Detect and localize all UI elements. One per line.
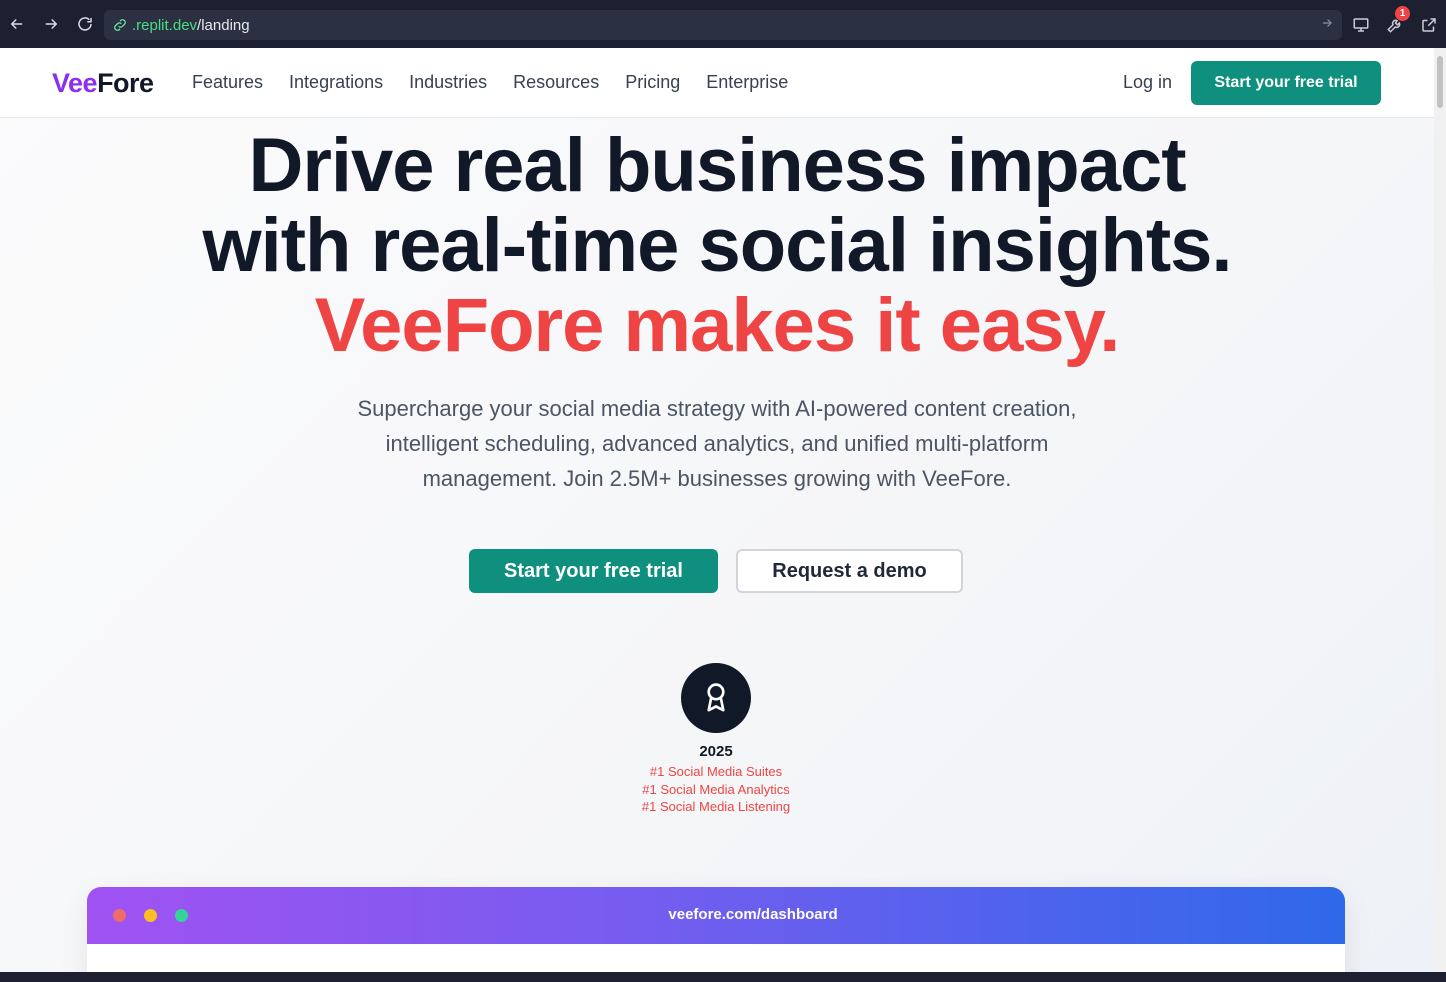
browser-toolbar: .replit.dev/landing 1 — [0, 0, 1446, 48]
award-item: #1 Social Media Suites — [649, 764, 783, 779]
main-nav: Features Integrations Industries Resourc… — [192, 72, 788, 93]
go-arrow-icon[interactable] — [1320, 16, 1334, 34]
reload-icon[interactable] — [68, 7, 102, 41]
devices-icon[interactable] — [1348, 12, 1374, 38]
site-header: VeeFore Features Integrations Industries… — [0, 48, 1434, 118]
wrench-icon[interactable]: 1 — [1382, 6, 1410, 38]
award-item: #1 Social Media Analytics — [642, 781, 790, 797]
open-external-icon[interactable] — [1416, 12, 1442, 38]
nav-enterprise[interactable]: Enterprise — [706, 72, 788, 93]
nav-resources[interactable]: Resources — [513, 72, 599, 93]
hero-subtitle: Supercharge your social media strategy w… — [357, 396, 1077, 491]
page-scrollbar[interactable] — [1434, 48, 1446, 972]
url-host: .replit.dev — [132, 16, 198, 34]
hero-title: Drive real business impact with real-tim… — [0, 126, 1434, 366]
award-ribbon-icon — [681, 663, 751, 733]
login-link[interactable]: Log in — [1123, 72, 1172, 93]
header-trial-button[interactable]: Start your free trial — [1191, 61, 1381, 105]
browser-actions: 1 — [1348, 6, 1446, 38]
nav-features[interactable]: Features — [192, 72, 263, 93]
hero-title-accent: VeeFore makes it easy. — [314, 283, 1121, 368]
landing-page: VeeFore Features Integrations Industries… — [0, 48, 1434, 972]
request-demo-button[interactable]: Request a demo — [736, 549, 963, 593]
award-year: 2025 — [699, 743, 733, 760]
browser-bottom-edge — [0, 972, 1446, 982]
start-trial-button[interactable]: Start your free trial — [469, 549, 718, 593]
nav-pricing[interactable]: Pricing — [625, 72, 680, 93]
award-list: #1 Social Media Suites #1 Social Media A… — [0, 763, 1432, 816]
award-item: #1 Social Media Listening — [641, 799, 791, 814]
notification-badge: 1 — [1395, 6, 1410, 21]
logo-part-vee: Vee — [52, 68, 98, 98]
scrollbar-thumb[interactable] — [1437, 56, 1443, 108]
forward-icon[interactable] — [34, 7, 68, 41]
url-path: /landing — [197, 16, 250, 34]
link-icon — [112, 17, 128, 33]
dashboard-preview: veefore.com/dashboard — [87, 887, 1345, 972]
hero-title-line2: with real-time social insights. — [202, 203, 1232, 288]
address-bar[interactable]: .replit.dev/landing — [104, 10, 1342, 40]
nav-industries[interactable]: Industries — [409, 72, 487, 93]
logo[interactable]: VeeFore — [52, 68, 154, 99]
logo-part-fore: Fore — [97, 68, 154, 98]
hero-title-line1: Drive real business impact — [248, 123, 1186, 208]
dashboard-url: veefore.com/dashboard — [668, 906, 838, 923]
dashboard-window-bar: veefore.com/dashboard — [87, 887, 1345, 944]
back-icon[interactable] — [0, 7, 34, 41]
nav-integrations[interactable]: Integrations — [289, 72, 383, 93]
